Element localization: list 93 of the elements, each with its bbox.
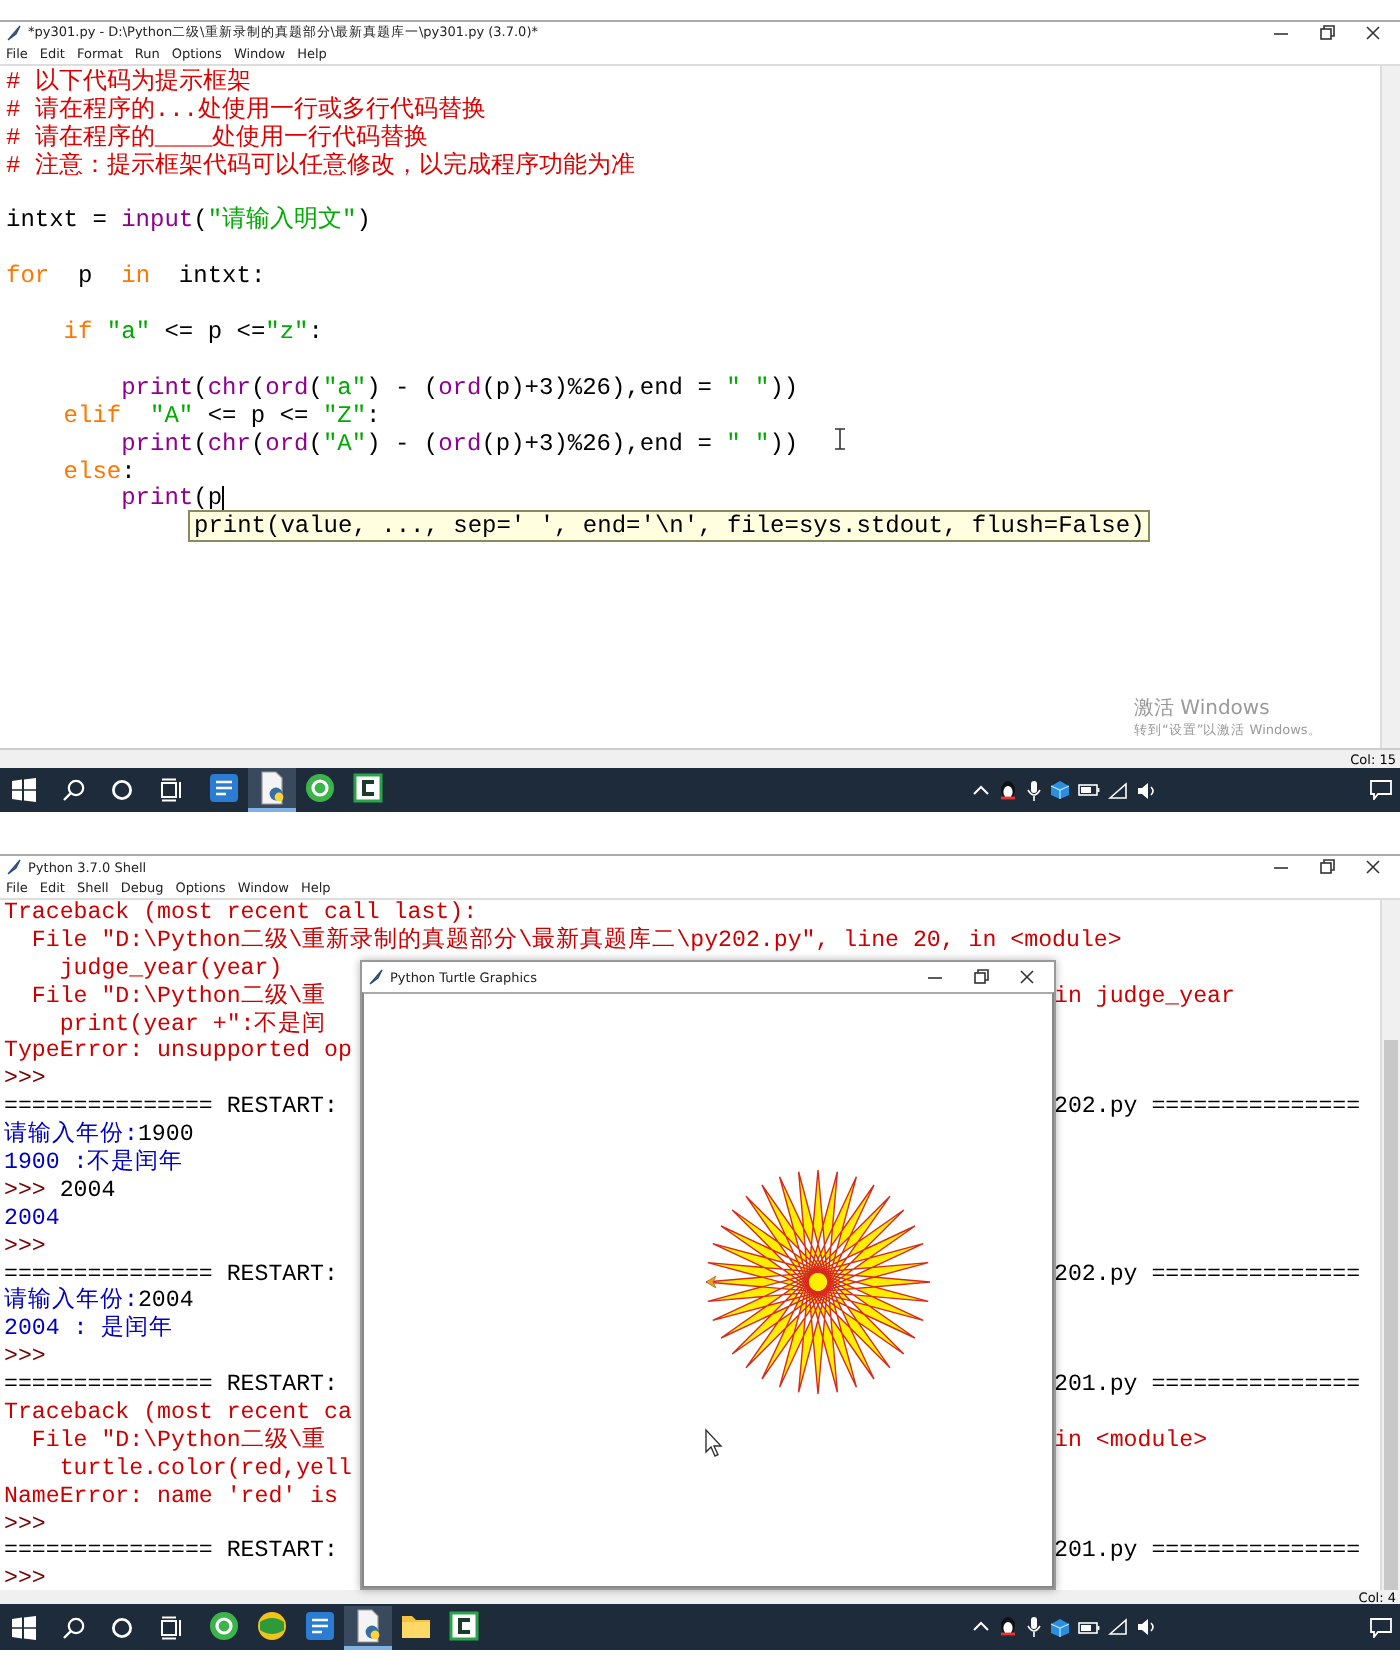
- shell-line: Traceback (most recent ca: [4, 1400, 352, 1427]
- code-line: # 请在程序的____处使用一行代码替换: [6, 125, 429, 152]
- battery-icon[interactable]: [1078, 1619, 1100, 1635]
- calltip: print(value, ..., sep=' ', end='\n', file=sys.stdout, flush=False): [188, 510, 1151, 542]
- penguin-icon[interactable]: [998, 779, 1018, 801]
- shell-line: >>> 2004: [4, 1177, 116, 1206]
- shell-line: Traceback (most recent call last):: [4, 900, 478, 926]
- shell-line: 2004: [4, 1205, 60, 1234]
- taskbar-app[interactable]: [344, 1605, 392, 1649]
- penguin-icon[interactable]: [998, 1616, 1018, 1638]
- code-line: # 请在程序的...处使用一行或多行代码替换: [6, 97, 487, 124]
- battery-icon[interactable]: [1078, 782, 1100, 798]
- taskbar-app[interactable]: [248, 768, 296, 812]
- ring-icon: [206, 1607, 242, 1643]
- shell-line: File "D:\Python二级\重: [29, 1427, 327, 1456]
- shell-line: 请输入年份:2004: [4, 1288, 194, 1315]
- shell-line: =============== RESTART:: [4, 1094, 338, 1121]
- shell-line: >>>: [4, 1233, 46, 1262]
- activation-title: 激活 Windows: [1134, 696, 1272, 722]
- turtle-arrow-icon: [705, 1275, 717, 1289]
- c-app-icon: [350, 770, 386, 806]
- c-app-icon: [446, 1607, 482, 1643]
- app-icon: [302, 1607, 338, 1643]
- search-icon[interactable]: [61, 778, 86, 802]
- shell-line: NameError: name 'red' is: [4, 1483, 338, 1512]
- code-line: elif "A" <= p <= "Z":: [61, 403, 381, 432]
- restore-icon[interactable]: [1318, 858, 1336, 876]
- restore-icon[interactable]: [1318, 24, 1336, 42]
- notification-icon[interactable]: [1370, 780, 1392, 800]
- circle-icon[interactable]: [110, 1615, 135, 1639]
- app-icon: [206, 770, 242, 806]
- close-icon[interactable]: [1364, 858, 1382, 876]
- notification-icon[interactable]: [1370, 1617, 1392, 1637]
- text-cursor-icon: [834, 428, 846, 450]
- task-view-icon[interactable]: [159, 778, 184, 802]
- circle-icon[interactable]: [110, 778, 135, 802]
- scrollbar-thumb[interactable]: [1384, 1040, 1398, 1590]
- code-line: intxt = input("请输入明文"): [6, 204, 371, 237]
- windows-logo-icon[interactable]: [12, 1615, 37, 1639]
- ring-icon: [302, 770, 338, 806]
- microphone-icon[interactable]: [1026, 779, 1042, 801]
- task-view-icon[interactable]: [159, 1615, 184, 1639]
- chevron-up-icon[interactable]: [972, 781, 990, 799]
- shell-line: 请输入年份:1900: [4, 1122, 194, 1149]
- shell-line: 201.py ===============: [1054, 1372, 1361, 1401]
- signal-icon[interactable]: [1108, 1618, 1128, 1636]
- code-line: for p in intxt:: [6, 260, 266, 293]
- shell-line: >>>: [4, 1566, 46, 1590]
- speaker-icon[interactable]: [1136, 1618, 1156, 1636]
- shell-line: 1900 :不是闰年: [4, 1150, 184, 1178]
- mouse-pointer-icon: [705, 1428, 723, 1457]
- windows-logo-icon[interactable]: [12, 778, 37, 802]
- cube-icon[interactable]: [1050, 1617, 1070, 1637]
- shell-line: 201.py ===============: [1054, 1538, 1361, 1567]
- shell-line: turtle.color(red,yell: [57, 1455, 352, 1484]
- feather-icon: [368, 968, 384, 986]
- code-line: else:: [61, 459, 136, 486]
- shell-line: 202.py ===============: [1054, 1094, 1361, 1123]
- close-icon[interactable]: [1364, 24, 1382, 42]
- shell-line: TypeError: unsupported op: [4, 1038, 352, 1067]
- shell-line: 2004 : 是闰年: [4, 1316, 174, 1345]
- shell-line: File "D:\Python二级\重: [29, 983, 327, 1011]
- chevron-up-icon[interactable]: [972, 1618, 990, 1636]
- shell-line: =============== RESTART:: [4, 1538, 338, 1567]
- code-line: print(chr(ord("a") - (ord(p)+3)%26),end = " ")): [119, 371, 799, 404]
- shell-line: in <module>: [1054, 1427, 1208, 1456]
- microphone-icon[interactable]: [1026, 1616, 1042, 1638]
- shell-line: =============== RESTART:: [4, 1261, 338, 1288]
- shell-line: 202.py ===============: [1054, 1261, 1361, 1289]
- code-line: # 注意：提示框架代码可以任意修改，以完成程序功能为准: [6, 153, 635, 182]
- feather-icon: [6, 24, 22, 42]
- scrollbar[interactable]: [1380, 66, 1400, 748]
- feather-icon: [6, 858, 22, 876]
- shell-line: =============== RESTART:: [4, 1372, 338, 1401]
- shell-line: >>>: [4, 1511, 46, 1539]
- scrollbar[interactable]: [1380, 900, 1400, 1590]
- code-line: print(chr(ord("A") - (ord(p)+3)%26),end = " ")): [120, 431, 799, 460]
- shell-line: judge_year(year): [57, 955, 283, 983]
- shell-line: >>>: [4, 1066, 46, 1095]
- close-icon[interactable]: [1018, 968, 1036, 986]
- shell-line: in judge_year: [1054, 983, 1235, 1012]
- shell-line: File "D:\Python二级\重新录制的真题部分\最新真题库二\py202.py", line 20, in <module>: [29, 927, 1122, 956]
- search-icon[interactable]: [61, 1615, 86, 1639]
- cube-icon[interactable]: [1050, 780, 1070, 800]
- ball-icon: [254, 1607, 290, 1643]
- code-line: # 以下代码为提示框架: [6, 70, 251, 96]
- speaker-icon[interactable]: [1136, 781, 1156, 799]
- restore-icon[interactable]: [972, 968, 990, 986]
- signal-icon[interactable]: [1108, 781, 1128, 799]
- shell-line: >>>: [4, 1344, 46, 1373]
- code-line: if "a" <= p <="z":: [61, 316, 323, 348]
- code-line: print(p: [119, 486, 225, 514]
- shell-line: print(year +":不是闰: [57, 1011, 327, 1039]
